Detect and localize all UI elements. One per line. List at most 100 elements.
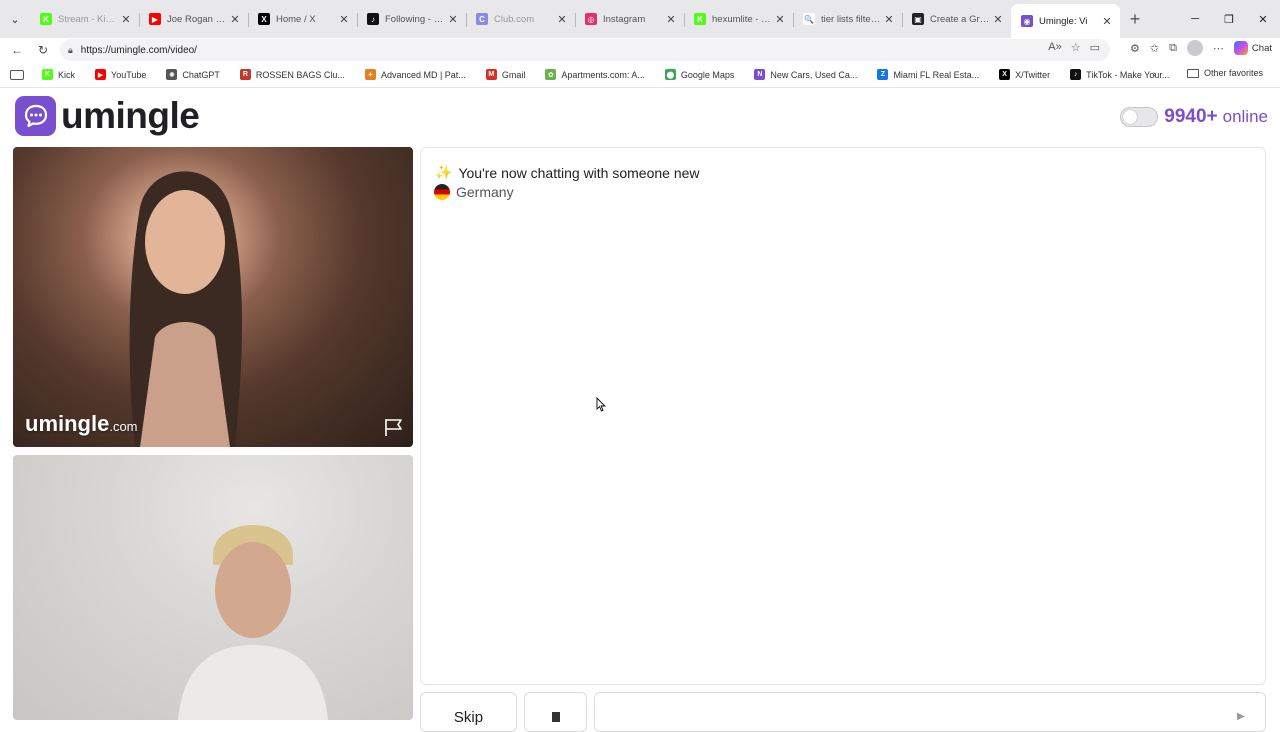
tab-title: Following - Watc: [385, 13, 446, 25]
tab-close-icon[interactable]: ✕: [773, 13, 787, 26]
split-screen-icon[interactable]: ▭: [1090, 41, 1100, 54]
browser-tab[interactable]: K Stream - Kick Da✕: [30, 4, 139, 34]
tab-close-icon[interactable]: ✕: [446, 13, 460, 26]
report-flag-icon[interactable]: [383, 417, 405, 437]
bookmark-item[interactable]: ✺ ChatGPT: [166, 69, 220, 80]
theme-toggle[interactable]: [1120, 107, 1159, 127]
bookmark-item[interactable]: N New Cars, Used Ca...: [754, 69, 857, 80]
skip-button[interactable]: Skip: [420, 692, 517, 732]
copilot-icon: [1233, 41, 1248, 55]
bookmark-favicon-icon: ▶: [95, 69, 107, 80]
country-name: Germany: [456, 184, 514, 200]
tab-favicon-icon: ▶: [149, 13, 161, 25]
tab-close-icon[interactable]: ✕: [228, 13, 242, 26]
browser-tab[interactable]: ▶ Joe Rogan - He L✕: [139, 4, 248, 34]
back-arrow-icon[interactable]: ←: [4, 39, 30, 61]
bookmark-item[interactable]: ✿ Apartments.com: A...: [545, 69, 645, 80]
bookmark-item[interactable]: X X/Twitter: [999, 69, 1050, 80]
browser-tab[interactable]: ◎ Instagram ✕: [575, 4, 684, 34]
minimize-icon[interactable]: ─: [1178, 0, 1212, 38]
bookmark-label: ChatGPT: [182, 69, 220, 80]
url-actions: A» ☆ ▭: [1048, 41, 1100, 54]
other-favorites-folder[interactable]: Other favorites: [1187, 68, 1263, 78]
url-field[interactable]: 🔒︎ https://umingle.com/video/: [60, 39, 1110, 61]
bookmark-item[interactable]: R ROSSEN BAGS Clu...: [239, 69, 345, 80]
bookmark-favicon-icon: Z: [877, 69, 889, 80]
bookmark-favicon-icon: ✦: [364, 69, 376, 80]
bookmark-item[interactable]: ✦ Advanced MD | Pat...: [364, 69, 466, 80]
bookmark-favicon-icon: X: [999, 69, 1011, 80]
tab-favicon-icon: X: [258, 13, 270, 25]
bookmark-favicon-icon: ♪: [1070, 69, 1082, 80]
mouse-cursor-icon: [596, 397, 606, 412]
more-bookmarks-chevron-icon[interactable]: ›: [1153, 69, 1156, 80]
chat-label: Chat: [1251, 42, 1272, 54]
online-count: 9940+: [1164, 106, 1218, 127]
bookmark-item[interactable]: M Gmail: [485, 69, 526, 80]
site-header: umingle 9940+ online: [0, 89, 1280, 145]
browser-tab[interactable]: C Club.com ✕: [466, 4, 575, 34]
tab-favicon-icon: ◎: [585, 13, 597, 25]
bookmark-item[interactable]: Z Miami FL Real Esta...: [877, 69, 979, 80]
refresh-icon[interactable]: ↻: [30, 39, 56, 61]
bookmark-label: Kick: [58, 69, 76, 80]
favorite-star-icon[interactable]: ☆: [1071, 41, 1081, 54]
browser-tab[interactable]: ◉ Umingle: Vi ✕: [1011, 4, 1120, 38]
tab-favicon-icon: 🔍: [803, 13, 815, 25]
site-logo[interactable]: umingle: [15, 95, 200, 137]
browser-tab[interactable]: Khexumlite - Watc✕: [684, 4, 793, 34]
stop-square-icon: [552, 712, 560, 722]
message-input[interactable]: [594, 692, 1266, 732]
watermark-domain: .com: [109, 419, 138, 434]
bookmark-item[interactable]: ⬤ Google Maps: [664, 69, 735, 80]
close-window-icon[interactable]: ✕: [1246, 0, 1280, 38]
bookmark-label: Gmail: [501, 69, 526, 80]
tab-close-icon[interactable]: ✕: [664, 13, 678, 26]
bookmark-label: Google Maps: [680, 69, 735, 80]
tab-list-chevron-icon[interactable]: ⌄: [0, 0, 30, 38]
bookmark-label: ROSSEN BAGS Clu...: [255, 69, 345, 80]
chat-panel: ✨ You're now chatting with someone new G…: [420, 147, 1266, 685]
bookmark-item[interactable]: ▶ YouTube: [95, 69, 146, 80]
copilot-chat-button[interactable]: Chat: [1233, 41, 1272, 55]
sidebar-toggle-icon[interactable]: [10, 69, 24, 80]
new-tab-plus-icon[interactable]: +: [1120, 4, 1150, 34]
tab-close-icon[interactable]: ✕: [1100, 15, 1114, 28]
lock-icon: 🔒︎: [68, 44, 73, 55]
tab-favicon-icon: K: [40, 13, 52, 25]
browser-tab[interactable]: X Home / X ✕: [248, 4, 357, 34]
extensions-icon[interactable]: ⚙: [1130, 42, 1140, 55]
tab-close-icon[interactable]: ✕: [119, 13, 133, 26]
tab-favicon-icon: C: [476, 13, 488, 25]
collections-icon[interactable]: ⧉: [1169, 42, 1177, 55]
browser-tab[interactable]: ▣ Create a Greater✕: [902, 4, 1011, 34]
toggle-knob: [1123, 110, 1138, 124]
bookmark-label: X/Twitter: [1015, 69, 1051, 80]
tab-close-icon[interactable]: ✕: [555, 13, 569, 26]
local-video: [13, 455, 413, 720]
favorites-icon[interactable]: ✩: [1150, 42, 1159, 55]
bookmark-item[interactable]: K Kick: [42, 69, 75, 80]
restore-icon[interactable]: ❐: [1212, 0, 1246, 38]
more-menu-icon[interactable]: ⋯: [1213, 42, 1224, 55]
tab-favicon-icon: ▣: [912, 13, 924, 25]
read-aloud-icon[interactable]: A»: [1048, 41, 1061, 54]
bookmark-list: K Kick ▶ YouTube ✺ ChatGPT R ROSSEN BAGS Clu...…: [42, 69, 1189, 80]
address-toolbar: ← ↻ 🔒︎ https://umingle.com/video/ A» ☆ ▭…: [0, 38, 1280, 62]
bookmark-favicon-icon: M: [485, 69, 497, 80]
browser-tab[interactable]: ♪ Following - Watc✕: [357, 4, 466, 34]
browser-tab-bar: ⌄ KStream - Kick Da✕▶Joe Rogan - He L✕XH…: [0, 0, 1280, 38]
tab-title: Create a Greater: [930, 13, 991, 25]
window-controls: ─ ❐ ✕: [1178, 0, 1280, 38]
browser-tab[interactable]: 🔍 tier lists filters - S✕: [793, 4, 902, 34]
profile-avatar[interactable]: [1186, 40, 1203, 56]
tab-close-icon[interactable]: ✕: [991, 13, 1005, 26]
video-watermark: umingle.com: [25, 411, 138, 437]
tab-title: Umingle: Vi: [1039, 15, 1088, 27]
send-arrow-icon[interactable]: ▶: [1237, 711, 1245, 722]
local-person-silhouette: [178, 525, 328, 720]
stop-button[interactable]: [524, 692, 587, 732]
bookmark-label: Miami FL Real Esta...: [893, 69, 980, 80]
tab-close-icon[interactable]: ✕: [882, 13, 896, 26]
tab-close-icon[interactable]: ✕: [337, 13, 351, 26]
